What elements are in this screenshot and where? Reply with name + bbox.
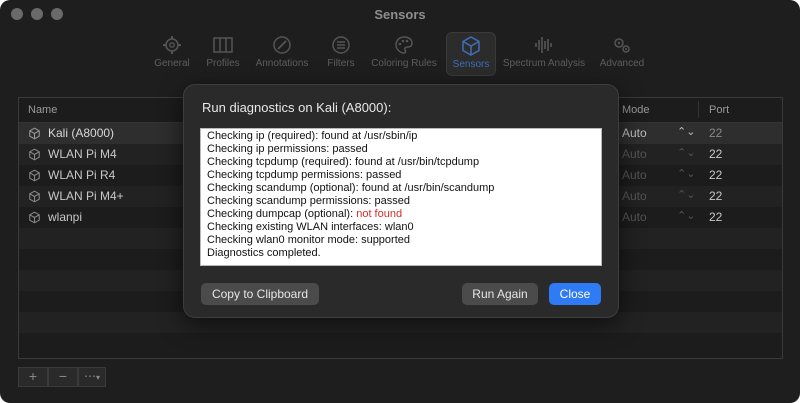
cube-icon [29, 190, 40, 203]
stepper-icon[interactable]: ⌃⌄ [677, 167, 695, 180]
tab-filters[interactable]: Filters [324, 32, 358, 74]
tab-spectrum-analysis[interactable]: Spectrum Analysis [500, 32, 588, 74]
cube-icon [29, 169, 40, 182]
mode-select[interactable]: Auto [622, 147, 647, 161]
copy-to-clipboard-button[interactable]: Copy to Clipboard [201, 283, 319, 305]
more-actions-button[interactable]: ⋯▾ [78, 367, 106, 387]
log-line: Checking wlan0 monitor mode: supported [207, 234, 411, 246]
cube-icon [29, 211, 40, 224]
log-line: Checking ip permissions: passed [207, 143, 368, 155]
preferences-toolbar: General Profiles Annotations Filters Col… [0, 30, 800, 76]
port-value: 22 [709, 210, 723, 224]
columns-icon [213, 37, 233, 53]
mode-select[interactable]: Auto [622, 168, 647, 182]
port-value: 22 [709, 189, 723, 203]
log-line: Checking scandump (optional): found at /… [207, 182, 495, 194]
sensor-name: WLAN Pi M4+ [48, 189, 124, 203]
palette-icon [395, 36, 413, 54]
preferences-window: Sensors General Profiles Annotations Fil… [0, 0, 800, 403]
column-header-name[interactable]: Name [28, 104, 57, 116]
tab-annotations[interactable]: Annotations [252, 32, 312, 74]
stepper-icon[interactable]: ⌃⌄ [677, 188, 695, 201]
cube-icon [29, 148, 40, 161]
port-value: 22 [709, 147, 723, 161]
tab-general[interactable]: General [150, 32, 194, 74]
diagnostics-dialog: Run diagnostics on Kali (A8000): Checkin… [183, 84, 619, 318]
log-line: Checking ip (required): found at /usr/sb… [207, 130, 418, 142]
run-again-button[interactable]: Run Again [462, 283, 538, 305]
tab-advanced[interactable]: Advanced [597, 32, 647, 74]
port-value: 22 [709, 168, 723, 182]
window-title: Sensors [374, 7, 426, 22]
log-line: Checking tcpdump permissions: passed [207, 169, 402, 181]
title-bar: Sensors [0, 0, 800, 30]
cube-icon [29, 127, 40, 140]
sensor-name: WLAN Pi M4 [48, 147, 117, 161]
tab-sensors[interactable]: Sensors [446, 32, 496, 76]
remove-sensor-button[interactable]: − [48, 367, 78, 387]
gear-icon [163, 36, 181, 54]
log-line: Checking tcpdump (required): found at /u… [207, 156, 480, 168]
sensor-name: wlanpi [48, 210, 83, 224]
port-value: 22 [709, 126, 723, 140]
chevron-down-icon: ▾ [95, 373, 100, 382]
tab-coloring-rules[interactable]: Coloring Rules [368, 32, 440, 74]
log-line: Diagnostics completed. [207, 247, 321, 259]
mode-select[interactable]: Auto [622, 126, 647, 140]
sensor-name: Kali (A8000) [48, 126, 115, 140]
stepper-icon[interactable]: ⌃⌄ [677, 209, 695, 222]
column-header-mode[interactable]: Mode [622, 104, 650, 116]
waveform-icon [535, 37, 552, 53]
mode-select[interactable]: Auto [622, 210, 647, 224]
close-button[interactable]: Close [549, 283, 601, 305]
dialog-title: Run diagnostics on Kali (A8000): [202, 100, 392, 115]
sensor-name: WLAN Pi R4 [48, 168, 116, 182]
cube-icon [462, 36, 480, 56]
stepper-icon[interactable]: ⌃⌄ [677, 146, 695, 159]
ellipsis-icon: ⋯ [83, 369, 96, 383]
column-divider [698, 101, 699, 118]
mode-select[interactable]: Auto [622, 189, 647, 203]
pencil-circle-icon [273, 36, 291, 54]
log-line: Checking dumpcap (optional): not found [207, 208, 402, 220]
log-text: Checking dumpcap (optional): [207, 208, 357, 220]
tab-profiles[interactable]: Profiles [202, 32, 244, 74]
column-header-port[interactable]: Port [709, 104, 729, 116]
error-text: not found [356, 208, 403, 220]
add-sensor-button[interactable]: + [18, 367, 48, 387]
filter-list-icon [332, 36, 350, 54]
diagnostics-log[interactable]: Checking ip (required): found at /usr/sb… [200, 128, 602, 266]
log-line: Checking scandump permissions: passed [207, 195, 410, 207]
gears-icon [614, 38, 630, 53]
stepper-icon[interactable]: ⌃⌄ [677, 125, 695, 138]
log-line: Checking existing WLAN interfaces: wlan0 [207, 221, 414, 233]
